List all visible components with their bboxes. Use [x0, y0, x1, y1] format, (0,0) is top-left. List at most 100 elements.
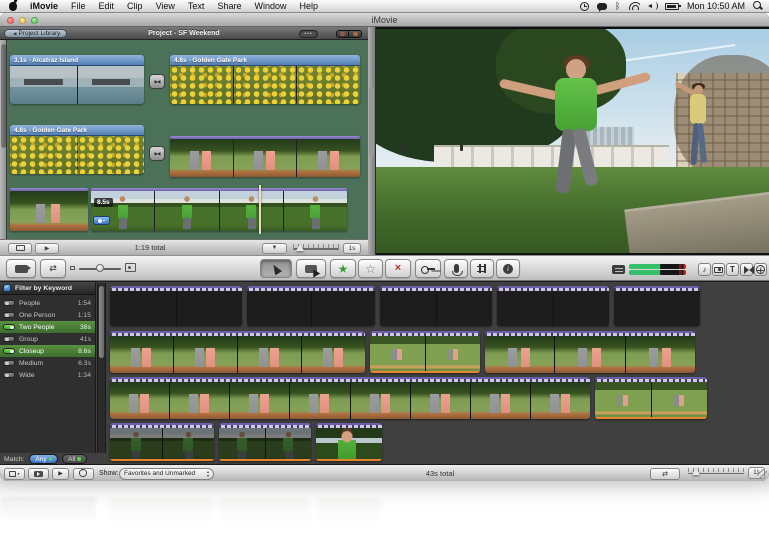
unmark-button[interactable]: ☆: [358, 259, 383, 278]
menu-view[interactable]: View: [156, 0, 175, 13]
viewer-video[interactable]: [376, 29, 769, 253]
maps-browser-button[interactable]: [754, 263, 767, 276]
event-clip[interactable]: [110, 377, 590, 419]
keyword-toggle[interactable]: [3, 312, 15, 318]
keyword-row-people[interactable]: People 1:54: [0, 297, 95, 309]
photos-browser-button[interactable]: [712, 263, 725, 276]
project-clip-goldengate-1[interactable]: 4.8s - Golden Gate Park: [170, 55, 360, 104]
menu-share[interactable]: Share: [217, 0, 241, 13]
keyword-row-two-people[interactable]: Two People 38s: [0, 321, 95, 333]
arrow-select-tool[interactable]: [260, 259, 292, 278]
volume-icon[interactable]: [648, 2, 657, 10]
play-selection-button[interactable]: ▶: [52, 468, 69, 480]
voiceover-button[interactable]: [444, 259, 468, 278]
project-clip-goldengate-2[interactable]: 4.8s - Golden Gate Park: [10, 125, 144, 174]
menu-text[interactable]: Text: [188, 0, 205, 13]
event-clip[interactable]: [380, 286, 492, 326]
event-clip-rejected[interactable]: [219, 423, 311, 461]
bluetooth-icon[interactable]: [615, 1, 621, 11]
event-clip[interactable]: [614, 286, 700, 326]
event-clip[interactable]: [247, 286, 375, 326]
window-titlebar[interactable]: iMovie: [0, 13, 769, 27]
project-zoom-fit-button[interactable]: ▼: [262, 243, 287, 254]
event-clip-rejected[interactable]: [595, 377, 707, 419]
keyword-filter-title: Filter by Keyword: [15, 285, 72, 292]
keyword-row-wide[interactable]: Wide 1:34: [0, 369, 95, 381]
match-label: Match:: [4, 456, 24, 463]
reject-button[interactable]: ×: [385, 259, 411, 278]
keyword-toggle[interactable]: [3, 300, 15, 306]
play-fullscreen-button[interactable]: [8, 243, 32, 254]
menu-window[interactable]: Window: [254, 0, 286, 13]
project-filmstrip[interactable]: [170, 136, 360, 177]
keyword-toggle[interactable]: [3, 324, 15, 330]
event-scrollbar[interactable]: [97, 283, 106, 453]
battery-icon[interactable]: [665, 3, 679, 10]
keyword-row-group[interactable]: Group 41s: [0, 333, 95, 345]
camera-import-button[interactable]: [6, 259, 36, 278]
apple-menu-icon[interactable]: [9, 2, 17, 11]
time-machine-icon[interactable]: [580, 2, 589, 11]
project-clip-alcatraz[interactable]: 3.1s - Alcatraz Island: [10, 55, 144, 104]
event-clip[interactable]: [110, 286, 242, 326]
keyword-tool-button[interactable]: [415, 259, 441, 278]
music-browser-button[interactable]: ♪: [698, 263, 711, 276]
menu-file[interactable]: File: [71, 0, 86, 13]
keyword-toggle[interactable]: [3, 360, 15, 366]
clip-adjust-badge[interactable]: ▾: [93, 216, 110, 225]
window-resize-grip[interactable]: [757, 469, 767, 479]
project-zoom-slider-thumb[interactable]: [296, 244, 304, 251]
swap-events-projects-button[interactable]: ⇄: [40, 259, 66, 278]
mark-favorite-button[interactable]: ★: [330, 259, 356, 278]
menu-imovie[interactable]: iMovie: [30, 0, 58, 13]
viewer-scrollbar[interactable]: [368, 27, 376, 255]
spotlight-icon[interactable]: [753, 1, 763, 11]
keyword-row-closeup[interactable]: Closeup 8.6s: [0, 345, 95, 357]
inspector-button[interactable]: i: [496, 259, 520, 278]
camera-icon: [15, 265, 28, 273]
event-clip[interactable]: [485, 331, 695, 373]
event-clip-rejected[interactable]: [316, 423, 382, 461]
project-actions-button[interactable]: •••: [299, 30, 318, 38]
menu-help[interactable]: Help: [299, 0, 318, 13]
marker-red-button[interactable]: [336, 30, 349, 38]
ichat-icon[interactable]: [597, 3, 607, 10]
show-filter-dropdown[interactable]: Favorites and Unmarked ▴▾: [119, 468, 214, 480]
transition-icon[interactable]: ▶◀: [149, 146, 165, 161]
event-clip[interactable]: [110, 331, 365, 373]
event-clip[interactable]: [497, 286, 609, 326]
event-zoom-fit-button[interactable]: ⇄: [650, 468, 680, 480]
clip-action-menu-button[interactable]: ▾: [4, 468, 25, 480]
imovie-window: iMovie Project Library Project - SF Week…: [0, 13, 769, 481]
transitions-browser-button[interactable]: [740, 263, 753, 276]
event-clip-rejected[interactable]: [370, 331, 480, 373]
crop-button[interactable]: [470, 259, 494, 278]
marker-orange-button[interactable]: [349, 30, 362, 38]
keyword-filter-checkbox[interactable]: ✓: [3, 284, 11, 292]
play-project-button[interactable]: ▶: [35, 243, 59, 254]
audio-meter-icon: [612, 265, 625, 274]
edit-tool-button[interactable]: [296, 259, 326, 278]
project-playhead[interactable]: [259, 185, 261, 234]
event-clip-rejected[interactable]: [110, 423, 214, 461]
project-scrollbar[interactable]: [0, 40, 7, 239]
advanced-search-button[interactable]: [73, 468, 94, 480]
project-filmstrip[interactable]: [10, 188, 88, 231]
transition-icon[interactable]: ▶◀: [149, 74, 165, 89]
keyword-toggle[interactable]: [3, 372, 15, 378]
keyword-row-one-person[interactable]: One Person 1:15: [0, 309, 95, 321]
thumbnail-size-slider-thumb[interactable]: [96, 264, 104, 272]
match-all-button[interactable]: All: [62, 454, 87, 464]
play-event-button[interactable]: [28, 468, 49, 480]
match-any-button[interactable]: Any: [29, 454, 58, 464]
keyword-toggle[interactable]: [3, 336, 15, 342]
menu-clip[interactable]: Clip: [127, 0, 143, 13]
project-filmstrip-selected[interactable]: 8.5s ▾: [91, 188, 347, 231]
wifi-icon[interactable]: [629, 2, 640, 10]
keyword-toggle[interactable]: [3, 348, 15, 354]
keyword-row-medium[interactable]: Medium 6.3s: [0, 357, 95, 369]
titles-browser-button[interactable]: T: [726, 263, 739, 276]
menu-edit[interactable]: Edit: [99, 0, 115, 13]
event-zoom-slider-thumb[interactable]: [692, 468, 700, 475]
menu-clock[interactable]: Mon 10:50 AM: [687, 1, 745, 11]
